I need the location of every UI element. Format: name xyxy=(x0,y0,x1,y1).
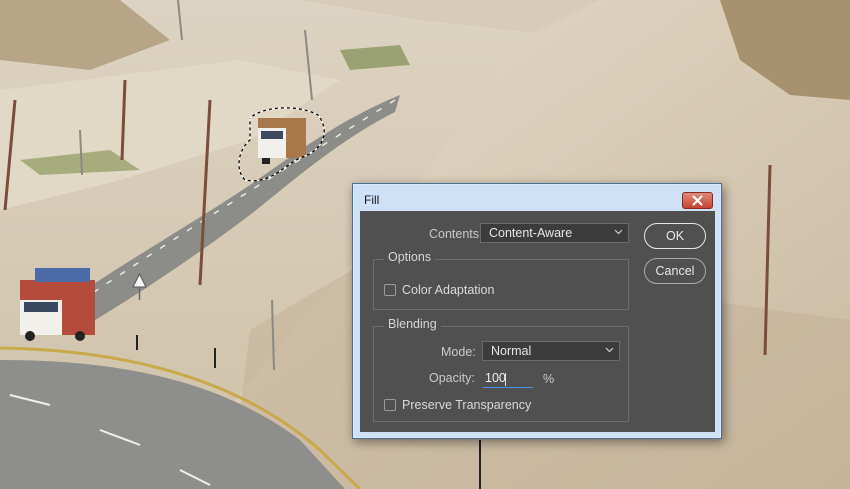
opacity-input[interactable]: 100 xyxy=(483,371,533,388)
preserve-transparency-checkbox[interactable] xyxy=(384,399,396,411)
options-group-title: Options xyxy=(384,250,436,264)
chevron-down-icon xyxy=(605,347,614,353)
close-button[interactable] xyxy=(682,192,713,209)
contents-dropdown[interactable]: Content-Aware xyxy=(480,223,629,243)
dialog-title: Fill xyxy=(364,193,380,207)
opacity-label: Opacity: xyxy=(429,371,475,385)
opacity-unit: % xyxy=(543,372,555,386)
contents-label: Contents: xyxy=(429,227,483,241)
text-caret xyxy=(505,373,506,386)
mode-dropdown[interactable]: Normal xyxy=(482,341,620,361)
ok-button[interactable]: OK xyxy=(644,223,706,249)
cancel-button[interactable]: Cancel xyxy=(644,258,706,284)
options-group: Options Color Adaptation xyxy=(373,250,629,310)
dialog-titlebar[interactable]: Fill xyxy=(353,184,721,210)
close-icon xyxy=(692,195,703,206)
blending-group-title: Blending xyxy=(384,317,441,331)
contents-value: Content-Aware xyxy=(489,226,573,240)
mode-label: Mode: xyxy=(441,345,476,359)
color-adaptation-checkbox[interactable] xyxy=(384,284,396,296)
mode-value: Normal xyxy=(491,344,532,358)
dialog-body: Contents: Content-Aware Options Color Ad… xyxy=(360,211,715,432)
chevron-down-icon xyxy=(614,229,623,235)
fill-dialog: Fill Contents: Content-Aware Options Col… xyxy=(352,183,722,439)
preserve-transparency-label: Preserve Transparency xyxy=(402,398,532,412)
color-adaptation-label: Color Adaptation xyxy=(402,283,495,297)
